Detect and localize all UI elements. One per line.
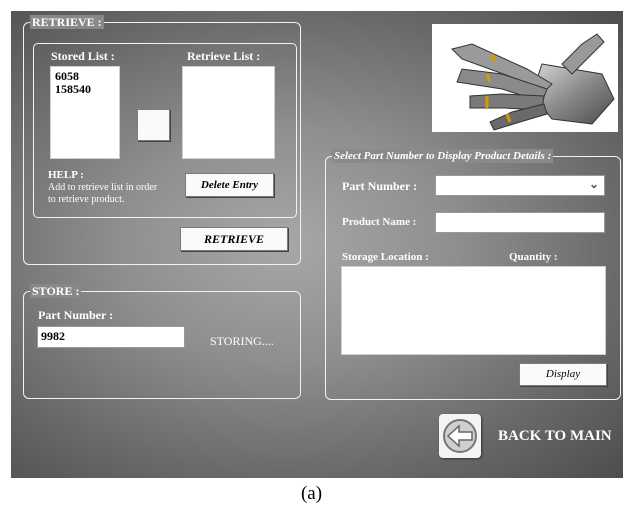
stored-list-label: Stored List :: [51, 49, 115, 63]
retrieve-list-label: Retrieve List :: [187, 49, 261, 63]
details-part-number-label: Part Number :: [342, 179, 418, 193]
retrieve-group-title: RETRIEVE :: [30, 15, 104, 29]
quantity-label: Quantity :: [509, 251, 558, 263]
back-to-main-button[interactable]: BACK TO MAIN: [439, 414, 619, 460]
store-part-number-input[interactable]: 9982: [37, 326, 185, 348]
app-window: RETRIEVE : Stored List : Retrieve List :…: [11, 11, 623, 478]
store-part-number-label: Part Number :: [38, 308, 114, 322]
stored-list[interactable]: 6058 158540: [50, 66, 120, 159]
delete-entry-button[interactable]: Delete Entry: [185, 173, 274, 197]
help-text-line2: to retrieve product.: [48, 194, 125, 205]
figure-caption: (a): [300, 483, 323, 504]
retrieve-button[interactable]: RETRIEVE: [180, 227, 288, 251]
retrieve-group: RETRIEVE : Stored List : Retrieve List :…: [23, 15, 301, 265]
robot-hand-image: [432, 24, 618, 132]
product-details-group: Select Part Number to Display Product De…: [325, 149, 621, 400]
chevron-down-icon[interactable]: ⌄: [589, 177, 599, 192]
storage-quantity-box[interactable]: [341, 266, 606, 355]
product-name-field[interactable]: [435, 212, 605, 233]
storage-location-label: Storage Location :: [342, 251, 429, 263]
display-button[interactable]: Display: [519, 363, 607, 386]
back-to-main-label[interactable]: BACK TO MAIN: [498, 428, 612, 445]
transfer-button[interactable]: [137, 109, 170, 141]
retrieve-list[interactable]: [182, 66, 275, 159]
store-group: STORE : Part Number : 9982 STORING....: [23, 284, 301, 399]
storing-status: STORING....: [210, 334, 274, 348]
list-item[interactable]: 158540: [55, 83, 115, 96]
help-title: HELP :: [48, 169, 84, 181]
help-text-line1: Add to retrieve list in order: [48, 182, 158, 193]
product-name-label: Product Name :: [342, 216, 417, 228]
back-arrow-icon[interactable]: [439, 414, 481, 458]
store-group-title: STORE :: [30, 284, 82, 298]
product-details-title: Select Part Number to Display Product De…: [332, 149, 554, 163]
part-number-select[interactable]: ⌄: [435, 175, 605, 196]
